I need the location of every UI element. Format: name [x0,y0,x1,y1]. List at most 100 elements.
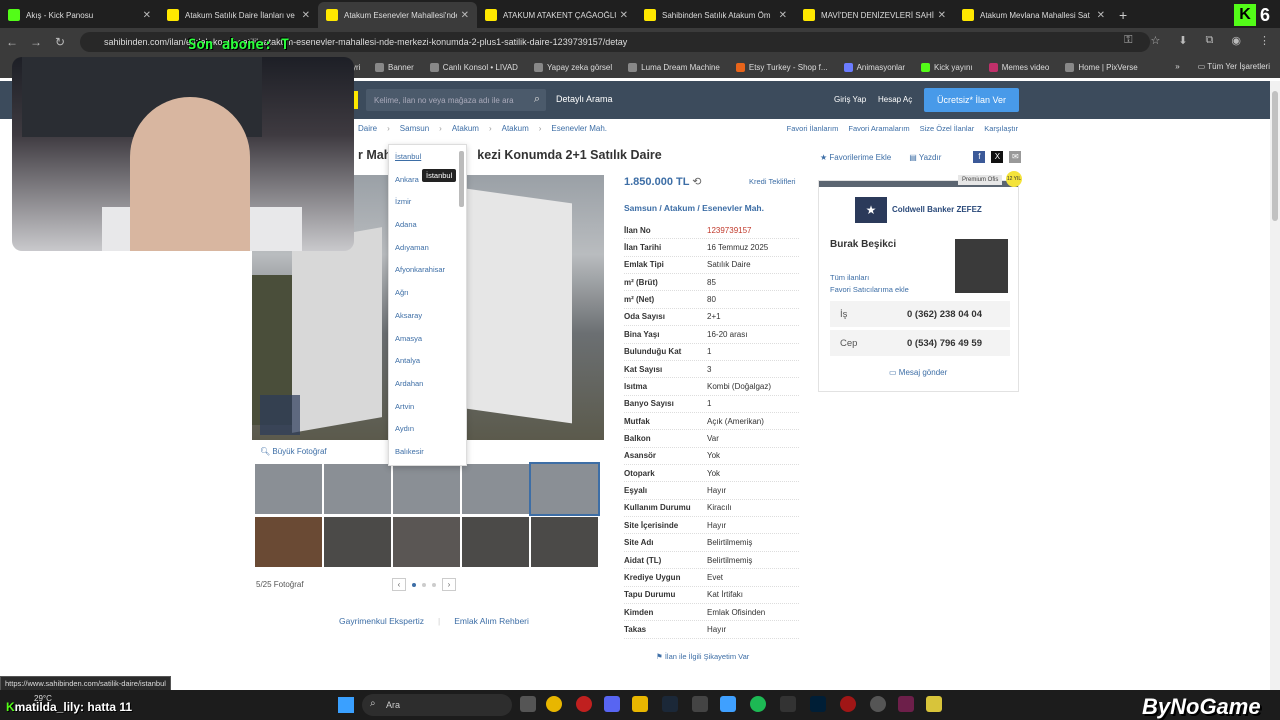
chrome-icon[interactable] [546,696,562,712]
city-option[interactable]: Aksaray [389,305,466,328]
photo-thumbnail[interactable] [255,517,322,567]
browser-tab[interactable]: Atakum Satılık Daire İlanları ve ✕ [159,2,318,28]
close-icon[interactable]: ✕ [461,10,469,21]
bookmark-item[interactable]: Animasyonlar [843,62,905,72]
all-listings-link[interactable]: Tüm ilanları [830,273,869,282]
city-option[interactable]: İstanbul [389,146,466,169]
x-icon[interactable]: X [991,151,1004,163]
back-icon[interactable]: ← [0,35,24,49]
bookmark-item[interactable]: Memes video [988,62,1049,72]
photo-thumbnail[interactable] [462,517,529,567]
chevron-left-icon[interactable]: ‹ [392,578,406,591]
email-icon[interactable]: ✉ [1009,151,1022,163]
browser-tab-active[interactable]: Atakum Esenevler Mahallesi'nde ✕ [318,2,477,28]
city-option[interactable]: Amasya [389,328,466,351]
purchase-guide-link[interactable]: Emlak Alım Rehberi [454,616,529,626]
browser-tab[interactable]: Atakum Mevlana Mahallesi Sat ✕ [954,2,1113,28]
agency-name[interactable]: Coldwell Banker ZEFEZ [892,205,982,214]
credit-offers-link[interactable]: Kredi Teklifleri [749,177,796,186]
facebook-icon[interactable]: f [973,151,986,163]
windows-start-icon[interactable] [338,697,354,713]
login-link[interactable]: Giriş Yap [834,95,866,104]
close-icon[interactable]: ✕ [938,10,946,21]
photo-thumbnail[interactable] [324,517,391,567]
breadcrumb-item[interactable]: Samsun [400,124,429,133]
city-option[interactable]: Ağrı [389,282,466,305]
close-icon[interactable]: ✕ [1097,10,1105,21]
photo-thumbnail[interactable] [393,517,460,567]
bookmark-item[interactable]: Luma Dream Machine [628,62,720,72]
puzzle-icon[interactable]: ⧉ [1206,34,1214,47]
app-icon[interactable] [898,696,914,712]
compare-link[interactable]: Karşılaştır [984,124,1018,133]
app-icon[interactable] [840,696,856,712]
send-message-link[interactable]: ▭ Mesaj gönder [889,368,947,377]
steam-icon[interactable] [662,696,678,712]
photo-thumbnail[interactable] [462,464,529,514]
spotify-icon[interactable] [750,696,766,712]
page-scrollbar[interactable] [1270,81,1280,690]
city-option[interactable]: Aydın [389,418,466,441]
expertise-link[interactable]: Gayrimenkul Ekspertiz [339,616,424,626]
bookmark-item[interactable]: Banner [375,62,414,72]
favorite-searches-link[interactable]: Favori Aramalarım [848,124,909,133]
app-icon[interactable] [870,696,886,712]
photo-thumbnail[interactable] [393,464,460,514]
close-icon[interactable]: ✕ [302,10,310,21]
complaint-link[interactable]: ⚑ İlan ile İlgili Şikayetim Var [656,652,749,661]
location-breadcrumb[interactable]: Samsun / Atakum / Esenevler Mah. [624,203,764,213]
close-icon[interactable]: ✕ [143,10,151,21]
search-icon[interactable]: ⌕ [534,93,540,106]
opera-icon[interactable] [576,696,592,712]
chevron-right-icon[interactable]: › [442,578,456,591]
bookmark-item[interactable]: Canlı Konsol • LIVAD [429,62,518,72]
scrollbar-thumb[interactable] [1272,91,1278,221]
browser-tab[interactable]: Akış - Kick Panosu ✕ [0,2,159,28]
photoshop-icon[interactable] [810,696,826,712]
breadcrumb-item[interactable]: Daire [358,124,377,133]
close-icon[interactable]: ✕ [620,10,628,21]
city-option[interactable]: Afyonkarahisar [389,259,466,282]
dropdown-scrollbar[interactable] [459,151,464,207]
password-key-icon[interactable]: ⚿ [1124,34,1132,47]
photo-thumbnail-selected[interactable] [529,462,600,516]
bookmark-item[interactable]: Yapay zeka görsel [533,62,612,72]
extension-icon[interactable]: ⬇ [1178,34,1187,47]
city-option[interactable]: Adıyaman [389,237,466,260]
browser-tab[interactable]: Sahibinden Satılık Atakum Öm ✕ [636,2,795,28]
app-icon[interactable] [692,696,708,712]
add-favorite-seller-link[interactable]: Favori Satıcılarıma ekle [830,285,909,294]
bookmark-item[interactable]: Kick yayını [921,62,973,72]
folder-icon[interactable] [632,696,648,712]
discord-icon[interactable] [604,696,620,712]
photo-thumbnail[interactable] [324,464,391,514]
city-dropdown[interactable]: İstanbul Ankara İzmir Adana Adıyaman Afy… [388,144,467,466]
history-icon[interactable]: ⟲ [692,176,701,188]
browser-tab[interactable]: ATAKUM ATAKENT ÇAĞAOĞLU ✕ [477,2,636,28]
bookmark-item[interactable]: Home | PixVerse [1065,62,1138,72]
epic-games-icon[interactable] [780,696,796,712]
taskbar-search[interactable]: ⌕ Ara [362,694,512,716]
breadcrumb-item[interactable]: Atakum [452,124,479,133]
signup-link[interactable]: Hesap Aç [878,95,912,104]
profile-icon[interactable]: ◉ [1231,34,1241,47]
browser-tab[interactable]: MAVİ'DEN DENİZEVLERİ SAHİL ✕ [795,2,954,28]
add-favorite-button[interactable]: ★ Favorilerime Ekle [820,153,891,162]
city-option[interactable]: Antalya [389,350,466,373]
breadcrumb-item[interactable]: Esenevler Mah. [551,124,607,133]
reload-icon[interactable]: ↻ [48,35,72,49]
new-tab-button[interactable]: + [1119,2,1127,28]
city-option[interactable]: Ardahan [389,373,466,396]
special-listings-link[interactable]: Size Özel İlanlar [920,124,975,133]
city-option[interactable]: İzmir [389,191,466,214]
city-option[interactable]: Balıkesir [389,441,466,464]
favorite-listings-link[interactable]: Favori İlanlarım [787,124,839,133]
large-photo-button[interactable]: 🔍︎ Büyük Fotoğraf [260,447,327,456]
city-option[interactable]: Adana [389,214,466,237]
task-view-icon[interactable] [520,696,536,712]
all-bookmarks[interactable]: » ▭ Tüm Yer İşaretleri [1175,62,1270,71]
breadcrumb-item[interactable]: Atakum [502,124,529,133]
agency-logo[interactable]: ★ [855,197,887,223]
pager-dot[interactable] [412,582,416,587]
app-icon[interactable] [926,696,942,712]
